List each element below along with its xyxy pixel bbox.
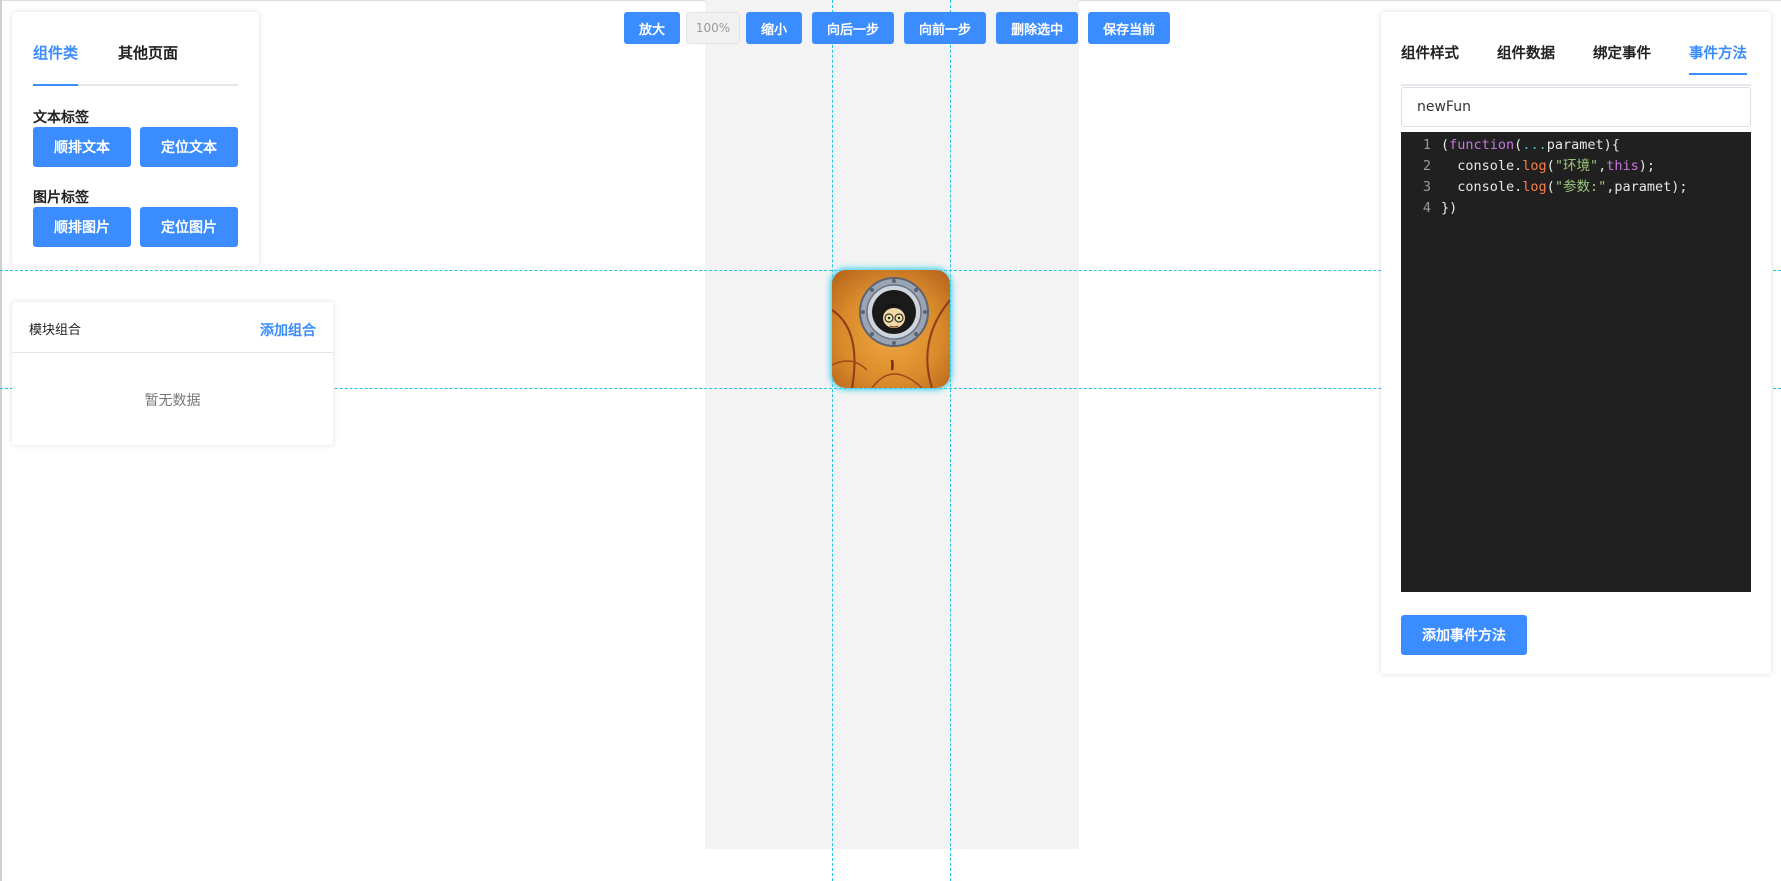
code-token: ... — [1522, 137, 1547, 153]
code-token: ( — [1546, 158, 1555, 174]
property-tabs: 组件样式 组件数据 绑定事件 事件方法 — [1401, 42, 1751, 86]
flow-text-button[interactable]: 顺排文本 — [33, 127, 131, 167]
save-current-button[interactable]: 保存当前 — [1088, 12, 1171, 44]
code-token: ); — [1638, 158, 1655, 174]
code-line-3: 3 console.log("参数:",paramet); — [1401, 177, 1688, 198]
code-token: "参数:" — [1554, 179, 1607, 195]
code-token: ( — [1546, 179, 1555, 195]
component-tabs: 组件类 其他页面 — [33, 42, 238, 86]
tab-components[interactable]: 组件类 — [33, 42, 79, 86]
code-token: paramet){ — [1546, 137, 1620, 153]
code-token: ( — [1441, 137, 1450, 153]
line-number: 4 — [1422, 200, 1431, 216]
code-token: , — [1598, 158, 1607, 174]
guide-line-vertical-left — [832, 0, 833, 881]
empty-state-text: 暂无数据 — [144, 393, 201, 409]
top-toolbar: 放大 100% 缩小 向后一步 向前一步 删除选中 保存当前 — [624, 12, 1171, 44]
tab-component-style[interactable]: 组件样式 — [1401, 42, 1459, 73]
zoom-in-button[interactable]: 放大 — [624, 12, 681, 44]
line-number: 3 — [1422, 179, 1431, 195]
property-panel: 组件样式 组件数据 绑定事件 事件方法 1(function(...parame… — [1381, 12, 1771, 674]
add-event-method-button[interactable]: 添加事件方法 — [1401, 615, 1527, 655]
combo-title: 模块组合 — [29, 323, 82, 338]
code-token: this — [1606, 158, 1639, 174]
selected-canvas-image[interactable] — [832, 270, 950, 388]
code-token: log — [1522, 179, 1547, 195]
tab-bind-events[interactable]: 绑定事件 — [1593, 42, 1651, 73]
zoom-out-button[interactable]: 缩小 — [746, 12, 803, 44]
flow-image-button[interactable]: 顺排图片 — [33, 207, 131, 247]
image-tags-title: 图片标签 — [33, 190, 89, 206]
code-token: console. — [1441, 158, 1523, 174]
component-panel: 组件类 其他页面 文本标签 顺排文本 定位文本 图片标签 顺排图片 定位图片 — [12, 12, 259, 266]
combo-header: 模块组合 添加组合 — [12, 302, 333, 353]
porthole-character-image — [832, 270, 950, 388]
zoom-level-display: 100% — [686, 12, 741, 44]
tab-event-methods[interactable]: 事件方法 — [1689, 42, 1747, 75]
code-token: ,paramet); — [1606, 179, 1688, 195]
left-border — [0, 0, 2, 881]
text-tags-title: 文本标签 — [33, 110, 89, 126]
tab-other-pages[interactable]: 其他页面 — [118, 42, 178, 84]
redo-button[interactable]: 向前一步 — [904, 12, 987, 44]
delete-selected-button[interactable]: 删除选中 — [996, 12, 1079, 44]
code-line-2: 2 console.log("环境",this); — [1401, 156, 1655, 177]
method-name-input[interactable] — [1401, 87, 1751, 127]
code-token: }) — [1441, 200, 1458, 216]
tab-component-data[interactable]: 组件数据 — [1497, 42, 1555, 73]
guide-line-vertical-right — [950, 0, 951, 881]
undo-button[interactable]: 向后一步 — [812, 12, 895, 44]
code-line-4: 4}) — [1401, 198, 1457, 219]
positioned-image-button[interactable]: 定位图片 — [140, 207, 238, 247]
add-combo-link[interactable]: 添加组合 — [260, 320, 316, 340]
design-canvas[interactable] — [705, 0, 1079, 849]
module-combo-panel: 模块组合 添加组合 暂无数据 — [12, 302, 333, 445]
code-editor[interactable]: 1 (function(...paramet){ 2 console.log("环… — [1401, 132, 1751, 592]
code-token: "环境" — [1554, 158, 1599, 174]
code-token: log — [1522, 158, 1547, 174]
positioned-text-button[interactable]: 定位文本 — [140, 127, 238, 167]
code-line-1: 1 (function(...paramet){ — [1401, 135, 1620, 156]
line-number: 1 — [1422, 137, 1431, 153]
line-number: 2 — [1422, 158, 1431, 174]
code-token: function — [1449, 137, 1515, 153]
code-token: console. — [1441, 179, 1523, 195]
